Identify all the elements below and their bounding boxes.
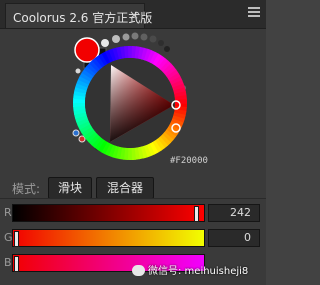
color-wheel-area xyxy=(72,32,187,160)
mode-label: 模式: xyxy=(12,182,41,196)
panel-tab[interactable]: Coolorus 2.6 官方正式版 × xyxy=(5,3,152,28)
red-slider-row: R 242 xyxy=(0,202,266,224)
small-swatch-icon xyxy=(78,135,86,143)
hex-readout[interactable]: #F20000 xyxy=(170,156,208,166)
blue-slider-handle[interactable] xyxy=(14,256,19,272)
panel-menu-icon[interactable] xyxy=(248,7,260,19)
red-slider-track[interactable] xyxy=(12,204,205,222)
green-slider-handle[interactable] xyxy=(14,231,19,247)
green-value-field[interactable]: 0 xyxy=(208,229,260,247)
watermark: 微信号: meihuisheji8 xyxy=(132,262,248,277)
red-channel-label: R xyxy=(4,206,12,219)
close-icon[interactable]: × xyxy=(129,8,139,22)
divider xyxy=(0,198,266,199)
swap-colors-icon[interactable] xyxy=(75,68,81,74)
wechat-icon xyxy=(132,265,145,276)
mixer-mode-button[interactable]: 混合器 xyxy=(96,177,154,199)
red-value-field[interactable]: 242 xyxy=(208,204,260,222)
panel-titlebar: Coolorus 2.6 官方正式版 × xyxy=(0,0,266,29)
green-slider-track[interactable] xyxy=(12,229,205,247)
watermark-text: 微信号: meihuisheji8 xyxy=(148,266,249,277)
reset-colors-icon[interactable] xyxy=(72,129,80,137)
green-slider-row: G 0 xyxy=(0,227,266,249)
slider-mode-button[interactable]: 滑块 xyxy=(48,177,92,199)
blue-channel-label: B xyxy=(4,256,12,269)
red-slider-handle[interactable] xyxy=(194,206,199,222)
coolorus-panel: Coolorus 2.6 官方正式版 × #F20000 模式: 滑块 混合器 … xyxy=(0,0,266,285)
